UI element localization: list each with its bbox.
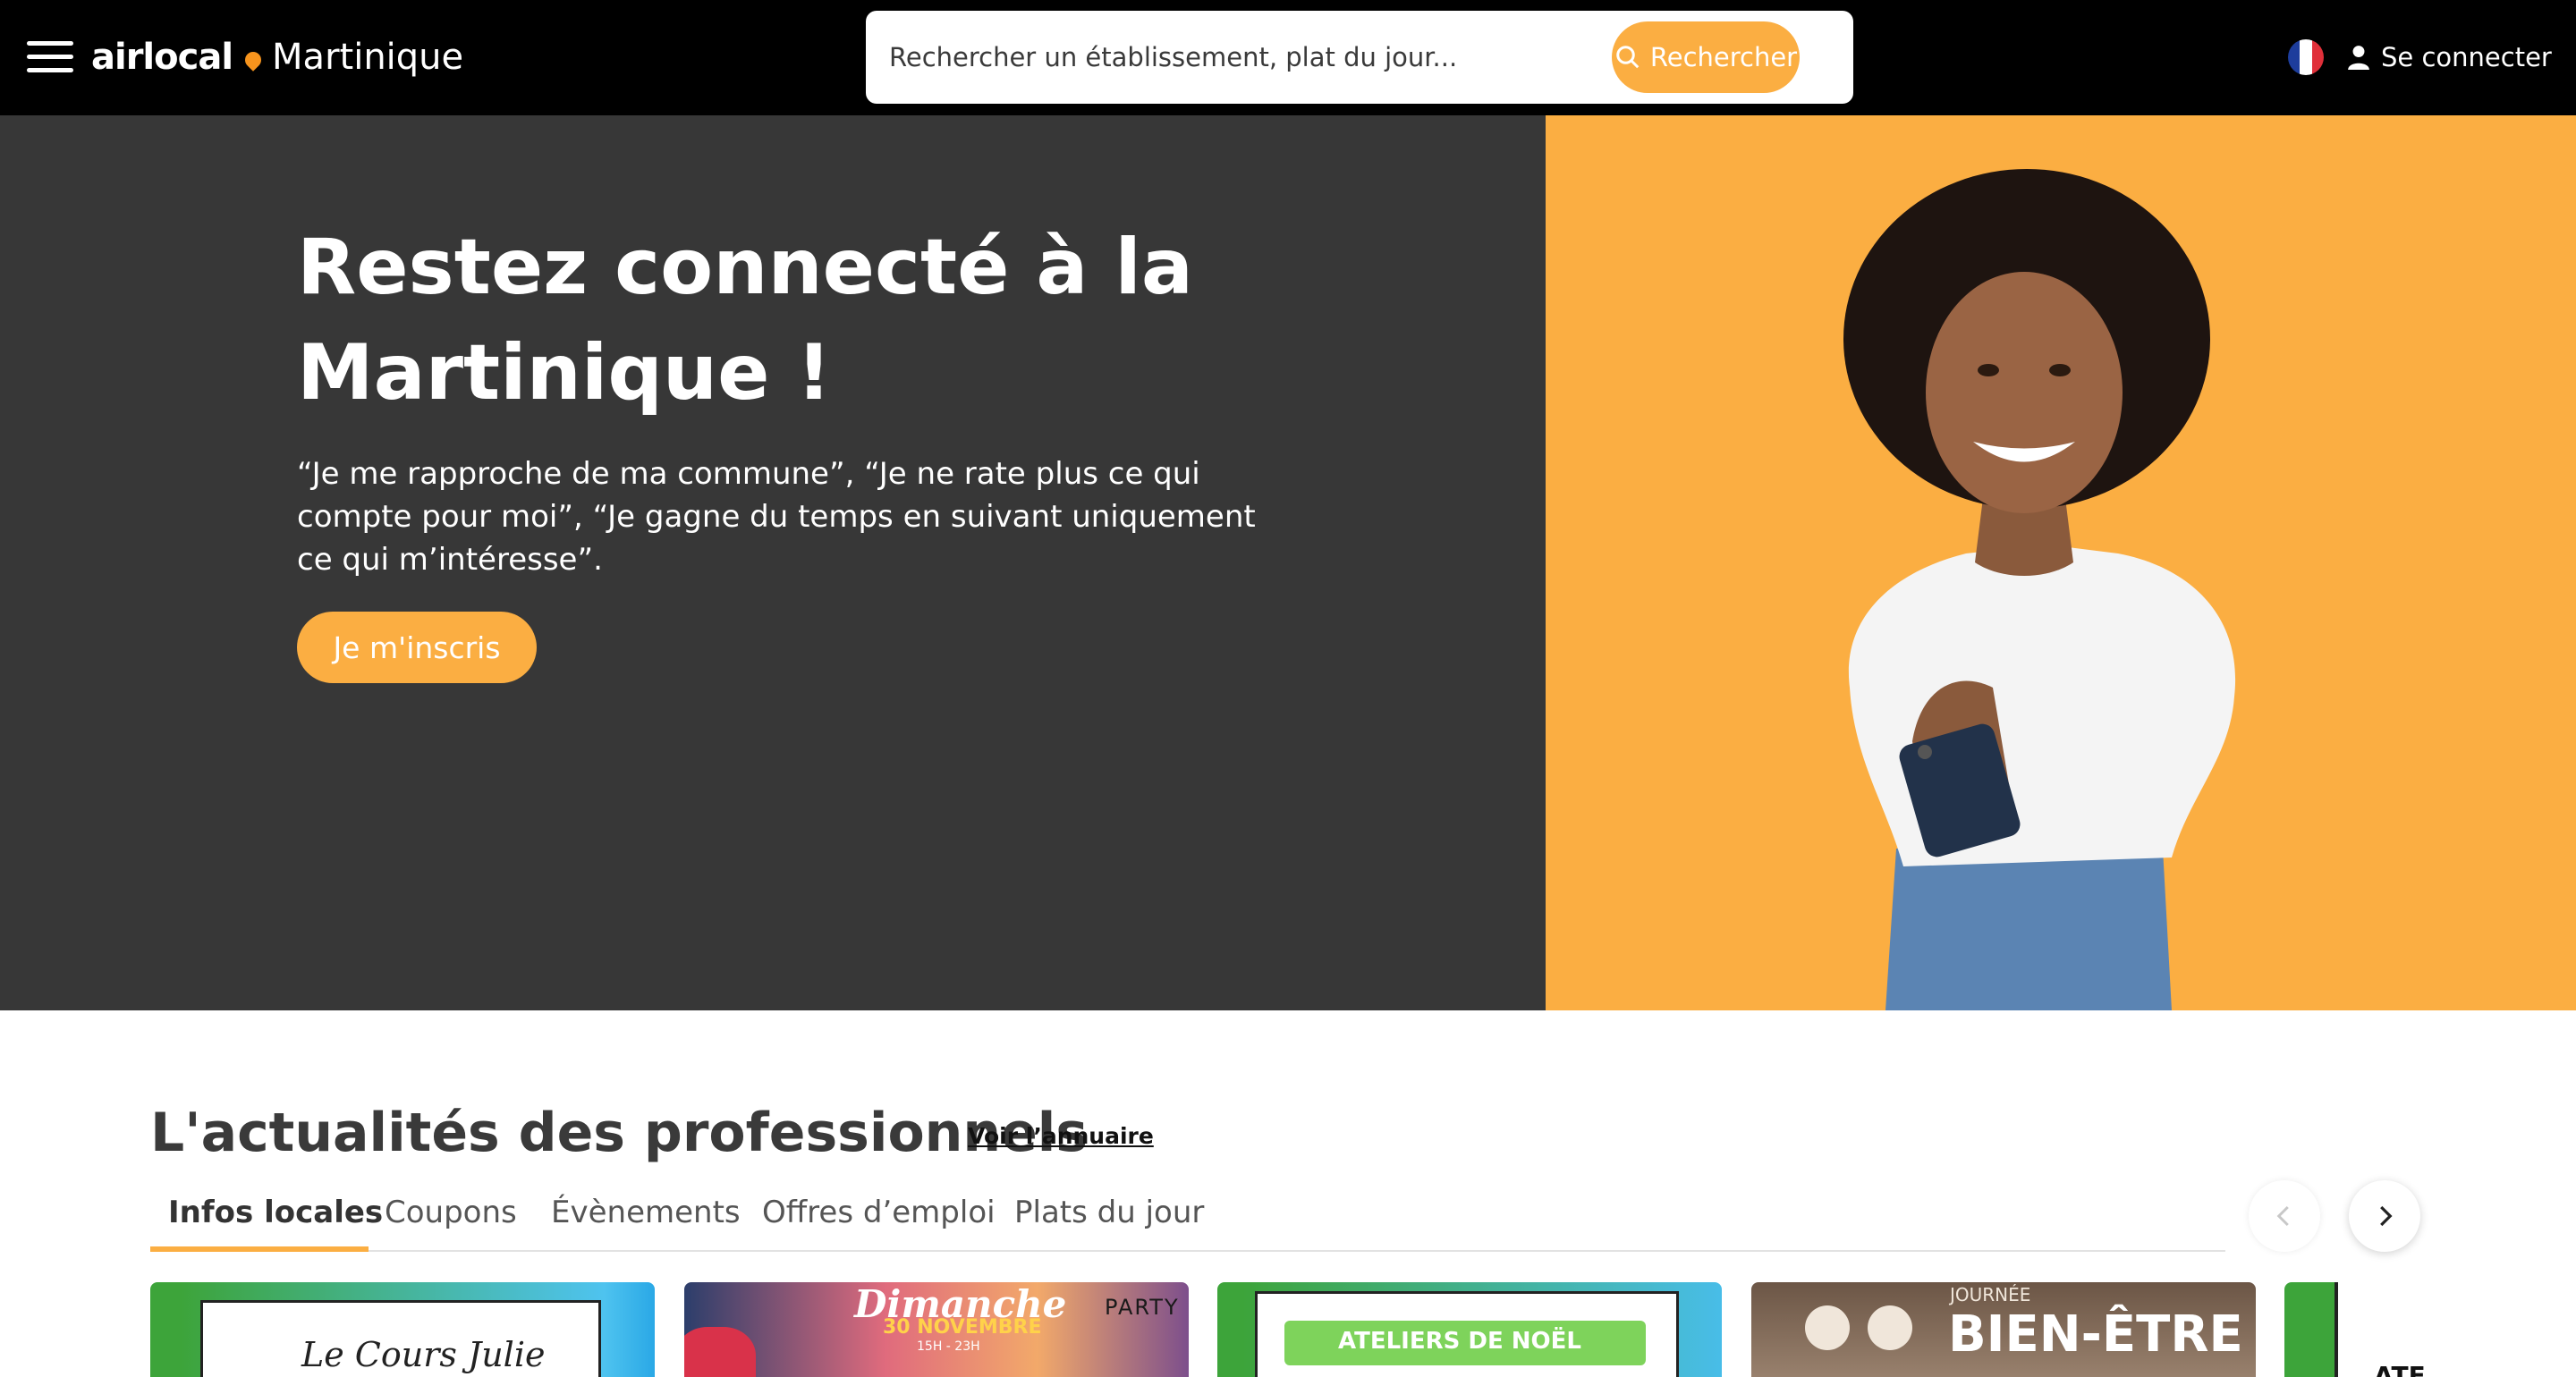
search-bar: Rechercher [866,11,1853,104]
news-card[interactable]: Le Cours Julie [150,1282,655,1377]
top-navbar: airlocal Martinique Rechercher Se connec… [0,0,2576,115]
tab-coupons[interactable]: Coupons [385,1195,517,1230]
location-pin-icon [242,48,265,72]
search-button-label: Rechercher [1649,42,1798,72]
flag-fr-icon[interactable] [2288,39,2324,75]
hero-image-panel [1546,115,2576,1010]
tab-offres-emploi[interactable]: Offres d’emploi [762,1195,996,1230]
card-title: Le Cours Julie [301,1335,546,1374]
news-card[interactable]: ATELIERS DE NOËL [1217,1282,1722,1377]
search-icon [1616,46,1640,69]
card-title: ATEL [2374,1361,2426,1377]
search-input[interactable] [889,34,1569,80]
chevron-left-icon [2276,1205,2289,1227]
partner-logo [1868,1305,1912,1350]
news-tabs: Infos locales Coupons Évènements Offres … [150,1186,2225,1252]
hero-quote: “Je me rapproche de ma commune”, “Je ne … [297,456,1256,578]
login-label: Se connecter [2381,42,2552,72]
news-section-title: L'actualités des professionnels [150,1102,1089,1164]
news-card[interactable]: Dimanche 30 NOVEMBRE 15H - 23H PARTY [684,1282,1189,1377]
carousel-prev-button[interactable] [2249,1180,2320,1252]
signup-button[interactable]: Je m'inscris [297,612,537,683]
news-card[interactable]: ATEL [2284,1282,2426,1377]
tab-infos-locales[interactable]: Infos locales [168,1195,383,1230]
login-button[interactable]: Se connecter [2347,36,2552,79]
news-carousel: Le Cours Julie Dimanche 30 NOVEMBRE 15H … [150,1282,2426,1377]
carousel-next-button[interactable] [2349,1180,2420,1252]
santa-hat-icon [684,1327,756,1377]
news-card[interactable]: JOURNÉE BIEN-ÊTRE [1751,1282,2256,1377]
chevron-right-icon [2380,1205,2393,1227]
tab-evenements[interactable]: Évènements [551,1195,741,1230]
card-subtitle: 30 NOVEMBRE [883,1316,1042,1339]
partner-logo [1805,1305,1850,1350]
logo-brand: airlocal [91,37,233,78]
card-badge: PARTY [1105,1295,1180,1320]
smiling-woman-with-phone-photo [1843,169,2236,1010]
site-logo[interactable]: airlocal Martinique [91,32,463,82]
logo-region: Martinique [272,37,464,78]
hamburger-menu-icon[interactable] [27,39,73,75]
active-tab-indicator [150,1246,369,1252]
directory-link[interactable]: Voir l’annuaire [968,1123,1154,1149]
card-subtitle: JOURNÉE [1950,1284,2031,1305]
search-button[interactable]: Rechercher [1612,21,1800,93]
hero-title: Restez connecté à la Martinique ! [297,223,1193,418]
card-title: BIEN-ÊTRE [1948,1305,2243,1364]
card-time: 15H - 23H [917,1339,980,1354]
user-icon [2348,46,2369,70]
tab-plats-du-jour[interactable]: Plats du jour [1014,1195,1204,1230]
card-title: ATELIERS DE NOËL [1338,1328,1581,1355]
